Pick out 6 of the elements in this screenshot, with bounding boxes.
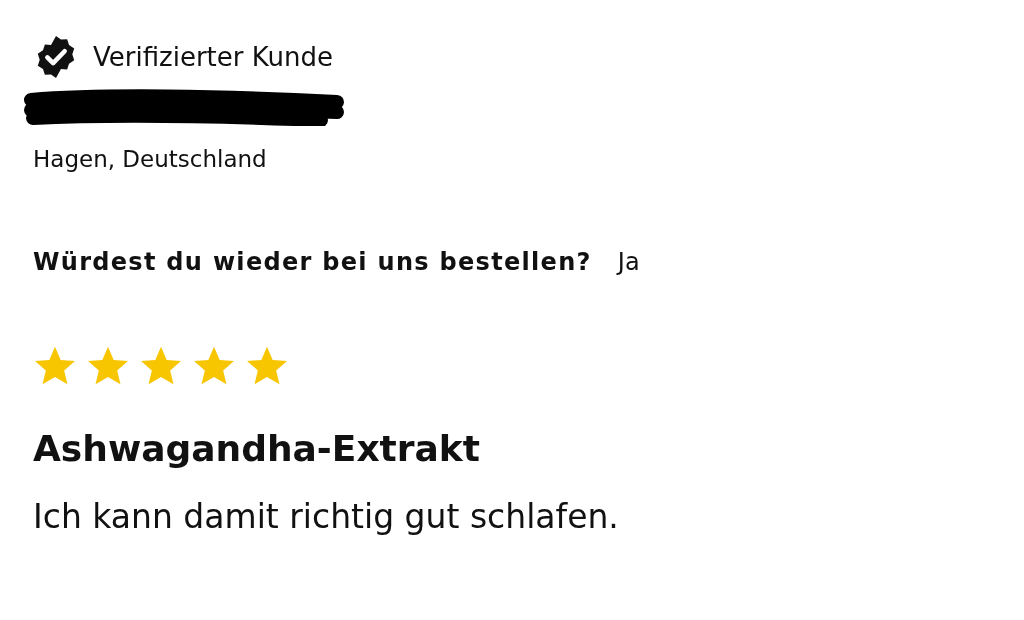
reviewer-location: Hagen, Deutschland	[33, 146, 268, 172]
reorder-question: Würdest du wieder bei uns bestellen?	[33, 248, 592, 276]
reorder-answer: Ja	[617, 248, 640, 276]
review-title: Ashwagandha-Extrakt	[33, 428, 481, 469]
verified-label: Verifizierter Kunde	[93, 42, 333, 72]
review-text: Ich kann damit richtig gut schlafen.	[33, 497, 620, 536]
